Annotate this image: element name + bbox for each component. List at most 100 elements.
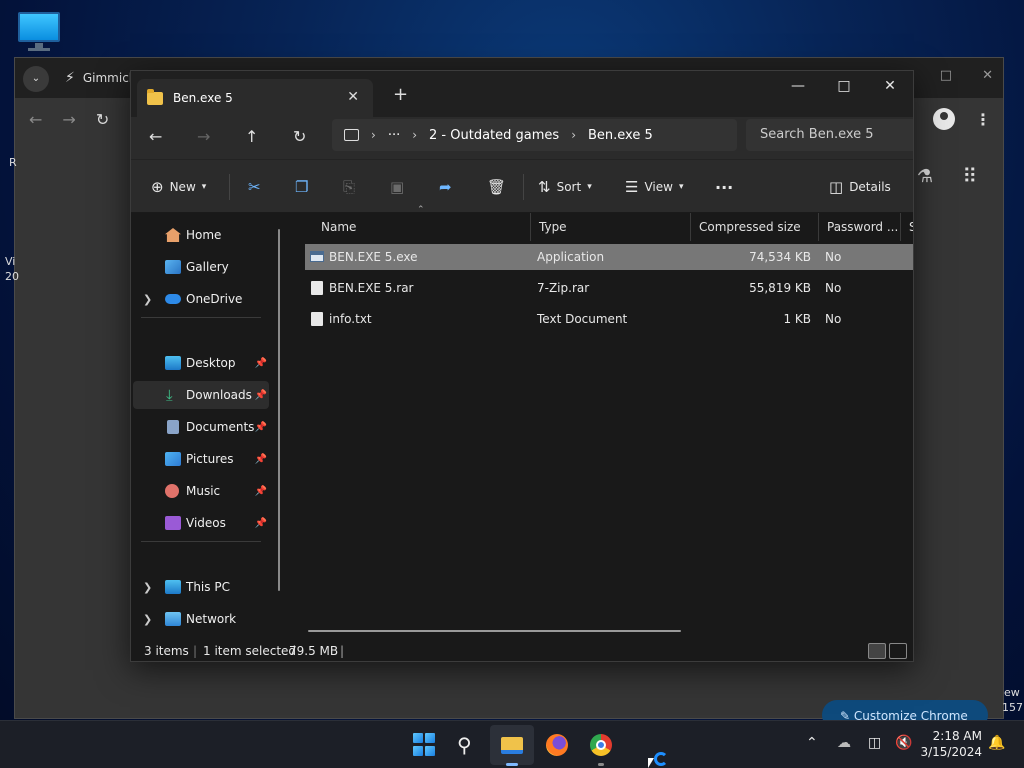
tiles-view-icon[interactable] bbox=[889, 643, 907, 659]
share-icon: ➦ bbox=[439, 178, 452, 196]
chrome-maximize-icon[interactable]: □ bbox=[940, 68, 952, 83]
paste-button[interactable]: ⎘ bbox=[343, 178, 355, 196]
chevron-right-icon[interactable]: ❯ bbox=[143, 293, 152, 306]
nav-item-gallery[interactable]: Gallery bbox=[133, 253, 269, 281]
pin-icon: 📌 bbox=[254, 357, 267, 369]
explorer-title-bar: Ben.exe 5 ✕ + — □ ✕ bbox=[131, 71, 913, 117]
search-icon[interactable]: ⚲ bbox=[457, 733, 481, 757]
status-item-count: 3 items bbox=[144, 644, 189, 658]
breadcrumb-more[interactable]: ··· bbox=[388, 128, 400, 143]
delete-button[interactable]: 🗑 bbox=[487, 178, 506, 196]
file-type: Application bbox=[537, 250, 605, 264]
column-header-compressed-size[interactable]: Compressed size bbox=[691, 213, 819, 241]
picture-icon bbox=[165, 452, 181, 466]
back-icon[interactable]: ← bbox=[149, 127, 162, 146]
chevron-right-icon[interactable]: › bbox=[371, 128, 376, 142]
file-size: 55,819 KB bbox=[749, 281, 811, 295]
volume-muted-icon[interactable]: 🔇 bbox=[895, 735, 912, 751]
cloud-offline-icon[interactable]: ☁ bbox=[837, 735, 851, 751]
chevron-right-icon[interactable]: ❯ bbox=[143, 581, 152, 594]
copy-button[interactable]: ❐ bbox=[295, 178, 308, 196]
nav-item-documents[interactable]: Documents 📌 bbox=[133, 413, 269, 441]
details-view-icon[interactable] bbox=[868, 643, 886, 659]
file-password: No bbox=[825, 250, 842, 264]
status-selection: 1 item selected bbox=[203, 644, 297, 658]
desktop-this-pc-icon[interactable] bbox=[16, 10, 62, 51]
column-header-type[interactable]: Type bbox=[531, 213, 691, 241]
chrome-icon[interactable] bbox=[589, 733, 613, 757]
close-icon[interactable]: ✕ bbox=[867, 71, 913, 103]
chevron-down-icon: ▾ bbox=[678, 182, 684, 192]
more-options-button[interactable]: ··· bbox=[715, 178, 733, 197]
maximize-icon[interactable]: □ bbox=[821, 71, 867, 103]
table-row[interactable]: BEN.EXE 5.exe Application 74,534 KB No bbox=[305, 244, 913, 270]
details-label: Details bbox=[849, 180, 891, 194]
notification-bell-icon[interactable]: 🔔 bbox=[988, 735, 1005, 751]
chevron-right-icon[interactable]: › bbox=[412, 128, 417, 142]
close-tab-icon[interactable]: ✕ bbox=[347, 89, 359, 105]
chrome-menu-icon[interactable]: ⋮ bbox=[975, 110, 991, 129]
column-header-password[interactable]: Password ... bbox=[819, 213, 901, 241]
nav-item-videos[interactable]: Videos 📌 bbox=[133, 509, 269, 537]
clock[interactable]: 2:18 AM 3/15/2024 bbox=[918, 728, 982, 760]
breadcrumb-item[interactable]: 2 - Outdated games bbox=[429, 128, 559, 143]
labs-flask-icon[interactable]: ⚗ bbox=[917, 166, 933, 187]
up-icon[interactable]: ↑ bbox=[245, 127, 258, 146]
folder-icon bbox=[147, 88, 163, 105]
breadcrumb-item[interactable]: Ben.exe 5 bbox=[588, 128, 653, 143]
pin-icon: 📌 bbox=[254, 421, 267, 433]
chrome-tab[interactable]: ⚡ Gimmicl bbox=[65, 70, 132, 86]
pin-icon: 📌 bbox=[254, 485, 267, 497]
forward-icon[interactable]: → bbox=[197, 127, 210, 146]
chevron-right-icon[interactable]: › bbox=[571, 128, 576, 142]
status-bar: 3 items | 1 item selected 79.5 MB | bbox=[131, 641, 913, 661]
chrome-close-icon[interactable]: ✕ bbox=[982, 68, 993, 83]
nav-item-pictures[interactable]: Pictures 📌 bbox=[133, 445, 269, 473]
sort-button[interactable]: ⇅ Sort ▾ bbox=[538, 178, 592, 196]
start-windows-icon[interactable] bbox=[413, 733, 437, 757]
nav-item-home[interactable]: Home bbox=[133, 221, 269, 249]
view-label: View bbox=[644, 180, 673, 194]
rename-button[interactable]: ▣ bbox=[390, 178, 404, 196]
nav-item-onedrive[interactable]: ❯ OneDrive bbox=[133, 285, 269, 313]
column-header-size[interactable]: Si bbox=[901, 213, 913, 241]
nav-item-downloads[interactable]: ⤓ Downloads 📌 bbox=[133, 381, 269, 409]
clock-time: 2:18 AM bbox=[932, 729, 982, 743]
profile-avatar-icon[interactable] bbox=[933, 108, 955, 130]
nav-item-this-pc[interactable]: ❯ This PC bbox=[133, 573, 269, 601]
nav-scrollbar[interactable] bbox=[278, 229, 280, 591]
chevron-right-icon[interactable]: ❯ bbox=[143, 613, 152, 626]
apps-grid-icon[interactable]: ⠿ bbox=[962, 164, 977, 188]
horizontal-scrollbar[interactable] bbox=[308, 630, 681, 632]
nav-item-network[interactable]: ❯ Network bbox=[133, 605, 269, 633]
firefox-icon[interactable] bbox=[545, 733, 569, 757]
cut-button[interactable]: ✂ bbox=[248, 178, 261, 196]
details-button[interactable]: ◫ Details bbox=[829, 178, 891, 196]
column-header-name[interactable]: Name bbox=[313, 213, 531, 241]
network-status-icon[interactable]: ◫ bbox=[868, 735, 881, 751]
new-tab-icon[interactable]: + bbox=[393, 84, 408, 105]
chrome-back-icon[interactable]: ← bbox=[29, 110, 42, 129]
nav-item-music[interactable]: Music 📌 bbox=[133, 477, 269, 505]
minimize-icon[interactable]: — bbox=[775, 71, 821, 103]
explorer-tab[interactable]: Ben.exe 5 ✕ bbox=[137, 79, 373, 117]
address-bar-row: ← → ↑ ↻ › ··· › 2 - Outdated games › Ben… bbox=[131, 117, 913, 159]
address-bar[interactable]: › ··· › 2 - Outdated games › Ben.exe 5 bbox=[332, 119, 737, 151]
new-button[interactable]: ⊕ New ▾ bbox=[151, 178, 206, 196]
desktop-icon bbox=[165, 356, 181, 370]
chevron-up-icon[interactable]: ⌃ bbox=[806, 735, 818, 751]
view-button[interactable]: ☰ View ▾ bbox=[625, 178, 683, 196]
refresh-icon[interactable]: ↻ bbox=[293, 127, 306, 146]
chrome-reload-icon[interactable]: ↻ bbox=[96, 110, 109, 129]
share-button[interactable]: ➦ bbox=[439, 178, 452, 196]
chrome-forward-icon[interactable]: → bbox=[62, 110, 75, 129]
explorer-tab-label: Ben.exe 5 bbox=[173, 91, 233, 105]
tab-search-dropdown-icon[interactable]: ⌄ bbox=[23, 66, 49, 92]
search-input[interactable]: Search Ben.exe 5 bbox=[746, 119, 913, 151]
file-size: 1 KB bbox=[783, 312, 811, 326]
file-explorer-taskbar-icon[interactable] bbox=[500, 733, 524, 757]
table-row[interactable]: info.txt Text Document 1 KB No bbox=[305, 306, 913, 332]
table-row[interactable]: BEN.EXE 5.rar 7-Zip.rar 55,819 KB No bbox=[305, 275, 913, 301]
clipboard-icon: ⎘ bbox=[343, 178, 356, 196]
nav-item-desktop[interactable]: Desktop 📌 bbox=[133, 349, 269, 377]
